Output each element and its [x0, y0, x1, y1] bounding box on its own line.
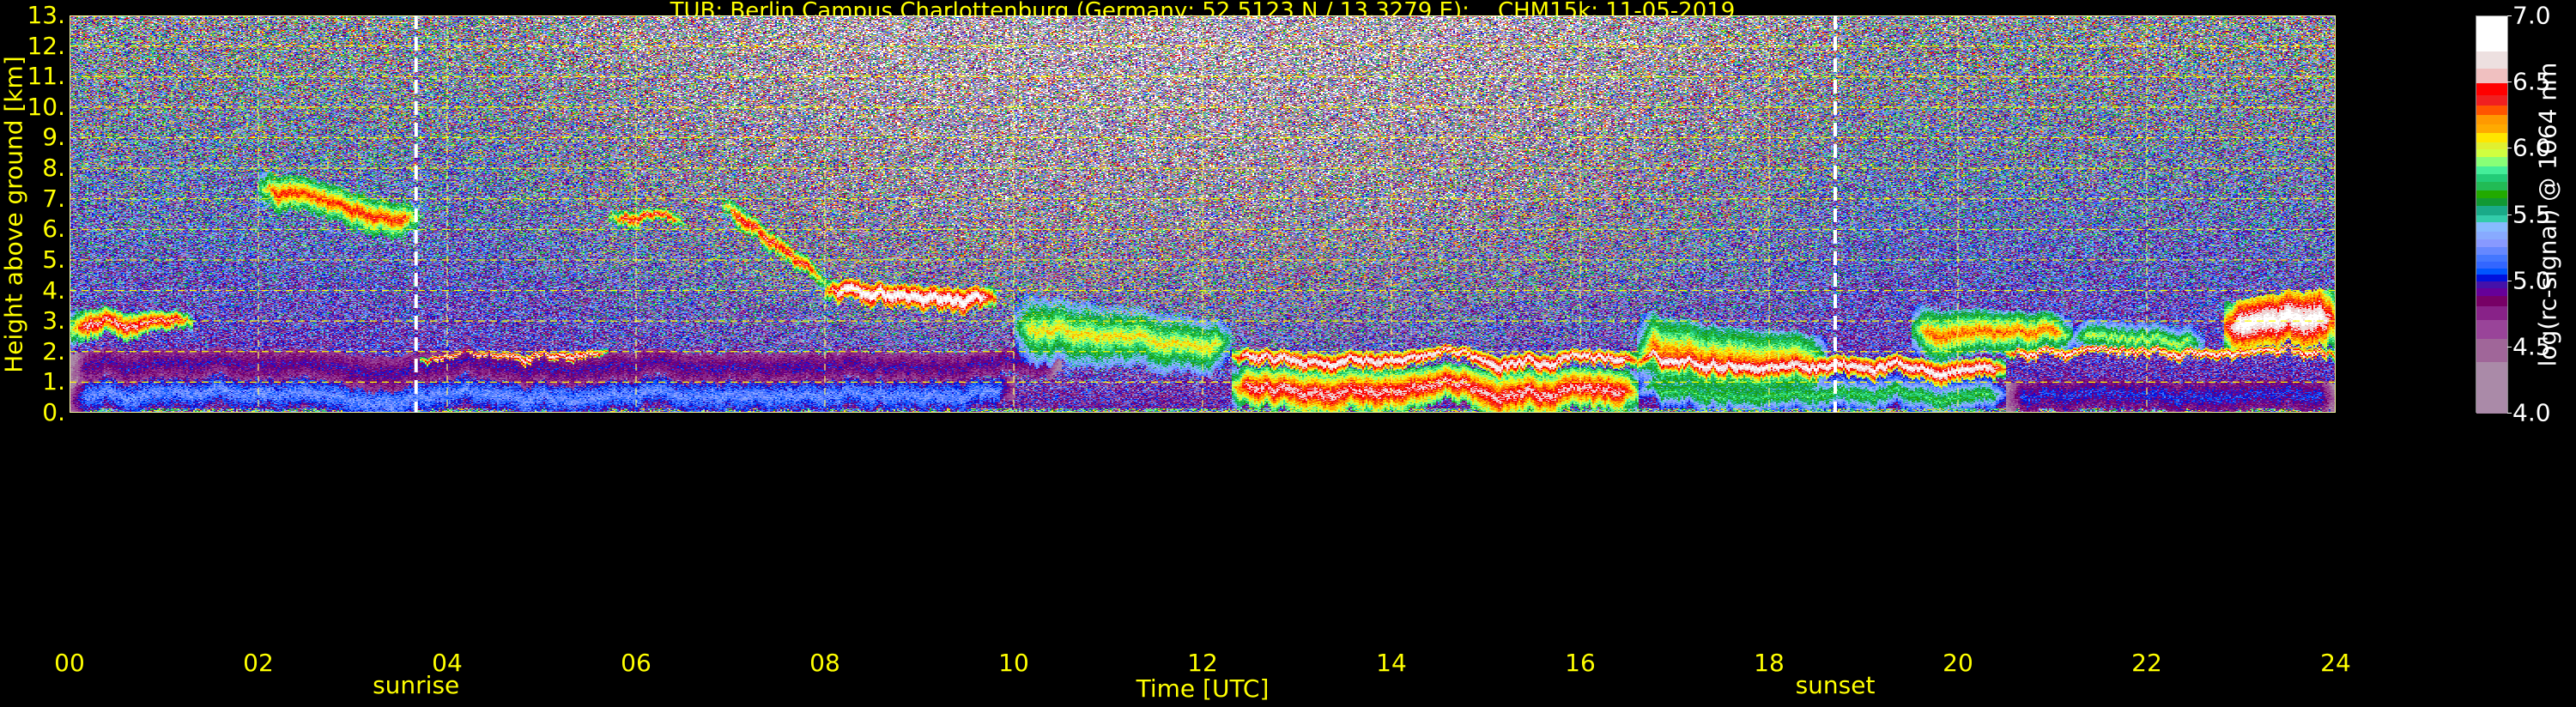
x-tick-label: 16: [1565, 649, 1596, 677]
colorbar-tick-mark: [2507, 413, 2512, 414]
grid-overlay: [70, 15, 2336, 413]
colorbar-level: [2476, 94, 2507, 106]
y-axis-label: Height above ground [km]: [0, 56, 28, 373]
y-tick-label: 7.: [42, 184, 65, 213]
colorbar-level: [2476, 319, 2507, 339]
colorbar-level: [2476, 156, 2507, 166]
colorbar-level: [2476, 190, 2507, 198]
x-tick-label: 18: [1754, 649, 1785, 677]
plot-area: [70, 15, 2336, 413]
y-tick-label: 8.: [42, 154, 65, 183]
colorbar-tick-label: 4.0: [2512, 398, 2551, 427]
y-tick-label: 13.: [27, 1, 65, 29]
y-tick-label: 9.: [42, 123, 65, 152]
colorbar-level: [2476, 338, 2507, 363]
colorbar-level: [2476, 197, 2507, 207]
x-tick-label: 14: [1376, 649, 1407, 677]
colorbar-tick-mark: [2507, 15, 2512, 16]
colorbar-label: log(rc-signal) @ 1064 nm: [2533, 62, 2562, 367]
colorbar-tick-label: 7.0: [2512, 1, 2551, 30]
colorbar-level: [2476, 51, 2507, 69]
colorbar-level: [2476, 305, 2507, 320]
y-tick-label: 4.: [42, 275, 65, 305]
colorbar-level: [2476, 181, 2507, 190]
colorbar-level: [2476, 274, 2507, 282]
colorbar-level: [2476, 254, 2507, 262]
y-tick-label: 12.: [27, 31, 65, 60]
y-tick-label: 11.: [27, 62, 65, 91]
x-tick-label: 08: [809, 649, 840, 677]
sunset-label: sunset: [1795, 671, 1876, 699]
colorbar-level: [2476, 124, 2507, 134]
colorbar-level: [2476, 215, 2507, 222]
colorbar-level: [2476, 295, 2507, 307]
colorbar-level: [2476, 142, 2507, 149]
x-tick-label: 10: [998, 649, 1029, 677]
colorbar-level: [2476, 268, 2507, 275]
y-tick-label: 2.: [42, 336, 65, 366]
colorbar-level: [2476, 287, 2507, 297]
y-tick-label: 1.: [42, 367, 65, 396]
colorbar-level: [2476, 82, 2507, 95]
y-tick-label: 3.: [42, 306, 65, 335]
colorbar-level: [2476, 173, 2507, 183]
colorbar-level: [2476, 361, 2507, 414]
colorbar-level: [2476, 105, 2507, 115]
x-tick-label: 06: [621, 649, 652, 677]
colorbar-level: [2476, 281, 2507, 288]
colorbar-level: [2476, 132, 2507, 143]
y-tick-label: 5.: [42, 245, 65, 274]
y-tick-label: 6.: [42, 215, 65, 244]
colorbar-level: [2476, 231, 2507, 239]
y-tick-label: 0.: [42, 398, 65, 426]
colorbar-level: [2476, 68, 2507, 83]
x-tick-label: 24: [2320, 649, 2351, 677]
colorbar: [2476, 15, 2508, 414]
y-tick-label: 10.: [27, 92, 65, 121]
colorbar-level: [2476, 221, 2507, 232]
colorbar-level: [2476, 246, 2507, 256]
x-axis-label: Time [UTC]: [1136, 674, 1270, 703]
colorbar-level: [2476, 239, 2507, 248]
colorbar-level: [2476, 261, 2507, 269]
x-tick-label: 20: [1943, 649, 1973, 677]
x-tick-label: 00: [54, 649, 85, 677]
colorbar-level: [2476, 148, 2507, 158]
x-tick-label: 02: [243, 649, 274, 677]
colorbar-level: [2476, 16, 2507, 51]
colorbar-level: [2476, 205, 2507, 215]
colorbar-level: [2476, 166, 2507, 175]
sunrise-label: sunrise: [373, 671, 460, 699]
x-tick-label: 12: [1187, 649, 1218, 677]
colorbar-level: [2476, 114, 2507, 124]
x-tick-label: 22: [2131, 649, 2162, 677]
